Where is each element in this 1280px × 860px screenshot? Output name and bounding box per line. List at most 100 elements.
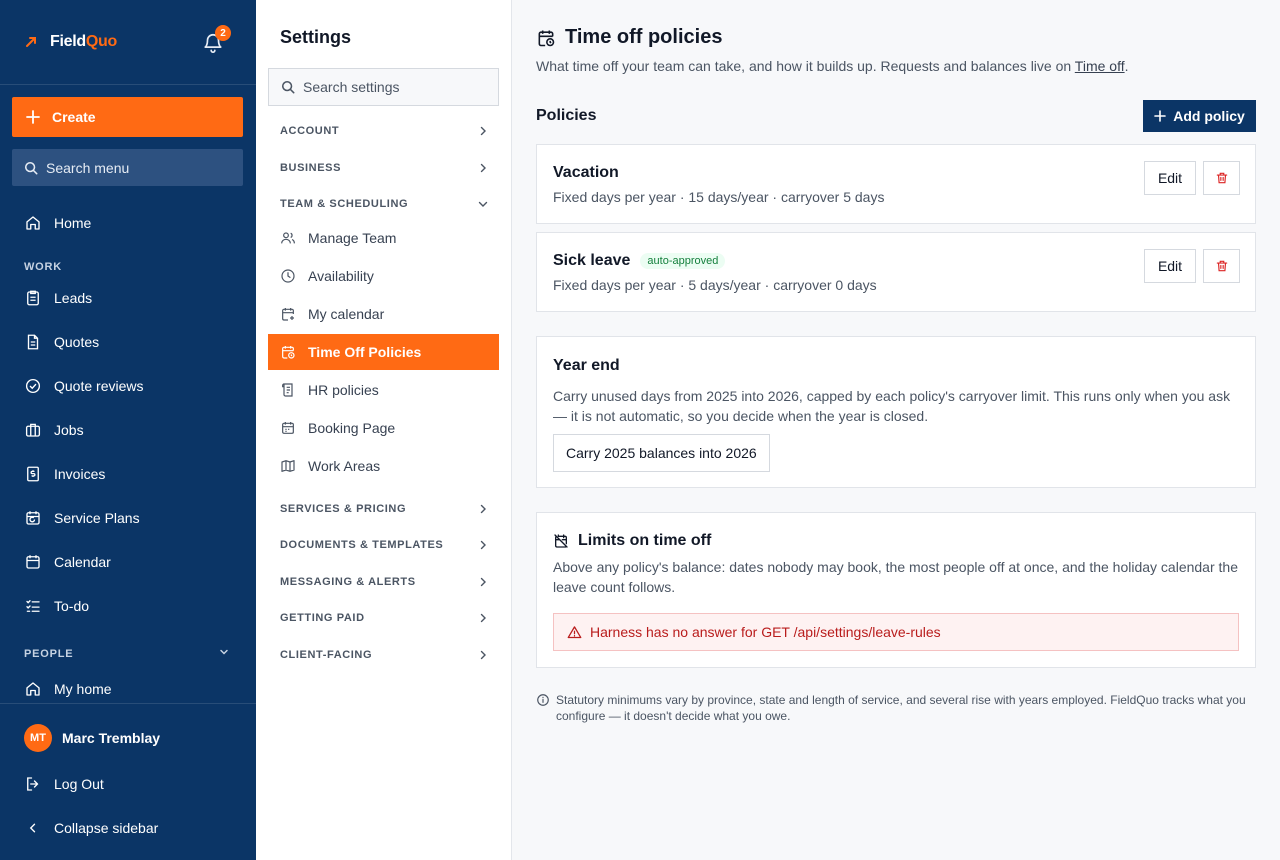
nav-item-label: To-do xyxy=(54,598,90,614)
nav-item-jobs[interactable]: Jobs xyxy=(24,418,84,442)
add-policy-button[interactable]: Add policy xyxy=(1143,100,1256,132)
main-content: Time off policies What time off your tea… xyxy=(512,0,1280,860)
briefcase-icon xyxy=(25,423,41,437)
policy-name-text: Vacation xyxy=(553,164,619,181)
menu-search-input[interactable]: Search menu xyxy=(12,149,243,186)
settings-item-availability[interactable]: Availability xyxy=(268,258,499,294)
calendar-grid-icon xyxy=(282,422,294,434)
status-badge: auto-approved xyxy=(640,253,726,269)
limits-title-text: Limits on time off xyxy=(578,532,712,549)
settings-section-business[interactable]: BUSINESS xyxy=(280,162,488,174)
brand-logo[interactable]: FieldQuo xyxy=(24,26,117,58)
notification-count-badge: 2 xyxy=(215,25,231,41)
settings-item-manage-team[interactable]: Manage Team xyxy=(268,220,499,256)
year-end-description: Carry unused days from 2025 into 2026, c… xyxy=(553,388,1231,424)
create-button-label: Create xyxy=(52,109,96,125)
nav-item-calendar[interactable]: Calendar xyxy=(24,550,111,574)
delete-policy-button[interactable] xyxy=(1203,161,1240,195)
section-label: CLIENT-FACING xyxy=(280,649,373,661)
footnote-text: Statutory minimums vary by province, sta… xyxy=(556,693,1246,723)
chevron-right-icon xyxy=(480,540,486,550)
nav-item-label: Home xyxy=(54,215,92,231)
error-alert: Harness has no answer for GET /api/setti… xyxy=(553,613,1239,651)
nav-item-quote-reviews[interactable]: Quote reviews xyxy=(24,374,143,398)
collapse-sidebar-label: Collapse sidebar xyxy=(54,820,159,836)
section-label: DOCUMENTS & TEMPLATES xyxy=(280,539,444,551)
nav-item-leads[interactable]: Leads xyxy=(24,286,92,310)
policy-meta: Fixed days per year · 5 days/year · carr… xyxy=(553,277,877,293)
settings-item-time-off-policies[interactable]: Time Off Policies xyxy=(268,334,499,370)
clock-icon xyxy=(281,269,295,283)
trash-icon xyxy=(1216,172,1227,184)
section-label: TEAM & SCHEDULING xyxy=(280,198,409,210)
nav-item-label: Jobs xyxy=(54,422,84,438)
delete-policy-button[interactable] xyxy=(1203,249,1240,283)
nav-item-invoices[interactable]: Invoices xyxy=(24,462,105,486)
settings-title: Settings xyxy=(280,27,352,47)
nav-item-home[interactable]: Home xyxy=(24,211,91,235)
chevron-down-icon xyxy=(478,201,488,207)
policy-card: Vacation Fixed days per year · 15 days/y… xyxy=(536,144,1256,224)
nav-section-work: WORK xyxy=(24,261,63,273)
nav-item-my-home[interactable]: My home xyxy=(24,677,112,701)
settings-item-label: Availability xyxy=(308,268,374,284)
add-policy-label: Add policy xyxy=(1173,108,1245,124)
settings-sidebar: Settings Search settings ACCOUNT BUSINES… xyxy=(256,0,512,860)
section-label: BUSINESS xyxy=(280,162,342,174)
page-subtitle: What time off your team can take, and ho… xyxy=(536,58,1128,74)
collapse-sidebar-button[interactable]: Collapse sidebar xyxy=(24,816,158,840)
calendar-plus-icon xyxy=(282,308,294,321)
edit-policy-button[interactable]: Edit xyxy=(1144,161,1196,195)
chevron-right-icon xyxy=(480,504,486,514)
calendar-off-icon xyxy=(554,534,568,548)
info-icon xyxy=(537,694,549,706)
policy-card: Sick leave auto-approved Fixed days per … xyxy=(536,232,1256,312)
nav-item-label: Leads xyxy=(54,290,93,306)
settings-search-placeholder: Search settings xyxy=(303,79,400,95)
policy-name: Vacation xyxy=(553,164,619,182)
policy-name-text: Sick leave xyxy=(553,252,631,269)
settings-item-label: HR policies xyxy=(308,382,379,398)
document-icon xyxy=(27,334,39,350)
settings-item-work-areas[interactable]: Work Areas xyxy=(268,448,499,484)
nav-item-label: Quotes xyxy=(54,334,100,350)
carry-balances-button[interactable]: Carry 2025 balances into 2026 xyxy=(553,434,770,472)
settings-section-getting-paid[interactable]: GETTING PAID xyxy=(280,612,488,624)
time-off-link[interactable]: Time off xyxy=(1075,58,1125,74)
nav-item-todo[interactable]: To-do xyxy=(24,594,89,618)
nav-item-quotes[interactable]: Quotes xyxy=(24,330,99,354)
map-icon xyxy=(281,460,295,472)
page-title: Time off policies xyxy=(536,26,722,49)
policy-name: Sick leave auto-approved xyxy=(553,252,726,270)
calendar-clock-icon xyxy=(538,30,555,46)
chevron-right-icon xyxy=(480,577,486,587)
user-name[interactable]: Marc Tremblay xyxy=(62,730,160,746)
settings-section-client-facing[interactable]: CLIENT-FACING xyxy=(280,649,488,661)
edit-policy-button[interactable]: Edit xyxy=(1144,249,1196,283)
settings-item-my-calendar[interactable]: My calendar xyxy=(268,296,499,332)
settings-section-documents-templates[interactable]: DOCUMENTS & TEMPLATES xyxy=(280,539,488,551)
settings-section-account[interactable]: ACCOUNT xyxy=(280,125,488,137)
policy-meta: Fixed days per year · 15 days/year · car… xyxy=(553,189,885,205)
avatar[interactable]: MT xyxy=(24,724,52,752)
settings-section-team-scheduling[interactable]: TEAM & SCHEDULING xyxy=(280,198,488,210)
section-label: MESSAGING & ALERTS xyxy=(280,576,416,588)
calendar-repeat-icon xyxy=(26,511,40,525)
settings-section-services-pricing[interactable]: SERVICES & PRICING xyxy=(280,503,488,515)
nav-item-service-plans[interactable]: Service Plans xyxy=(24,506,140,530)
section-label: ACCOUNT xyxy=(280,125,340,137)
calendar-clock-icon xyxy=(282,346,295,359)
invoice-icon xyxy=(27,466,39,482)
year-end-card: Year end Carry unused days from 2025 int… xyxy=(536,336,1256,488)
logout-button[interactable]: Log Out xyxy=(24,772,104,796)
create-button[interactable]: Create xyxy=(12,97,243,137)
error-alert-text: Harness has no answer for GET /api/setti… xyxy=(590,624,941,640)
settings-section-messaging-alerts[interactable]: MESSAGING & ALERTS xyxy=(280,576,488,588)
brand-name-part2: Quo xyxy=(85,33,117,50)
settings-item-booking-page[interactable]: Booking Page xyxy=(268,410,499,446)
year-end-title: Year end xyxy=(553,357,620,374)
settings-search-input[interactable]: Search settings xyxy=(268,68,499,106)
home-icon xyxy=(26,682,40,696)
chevron-down-icon[interactable] xyxy=(218,646,230,658)
settings-item-hr-policies[interactable]: HR policies xyxy=(268,372,499,408)
